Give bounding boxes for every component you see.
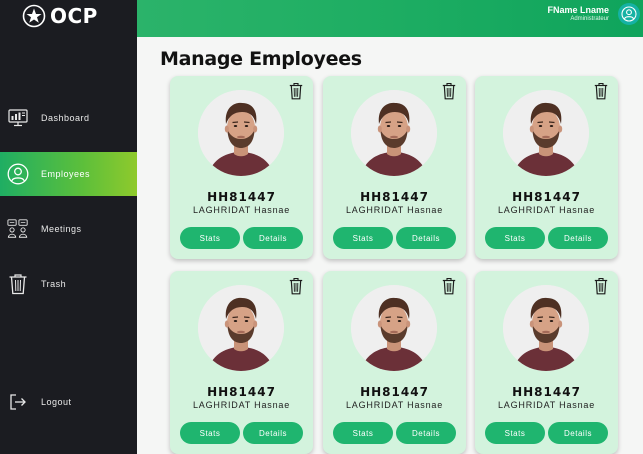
stats-button[interactable]: Stats: [333, 422, 393, 444]
trash-icon[interactable]: [289, 277, 303, 295]
avatar[interactable]: [618, 3, 640, 25]
stats-button[interactable]: Stats: [485, 422, 545, 444]
employee-photo: [198, 90, 284, 176]
trash-icon[interactable]: [594, 277, 608, 295]
employee-photo: [351, 285, 437, 371]
employee-id: HH81447: [207, 190, 276, 204]
employee-name: LAGHRIDAT Hasnae: [498, 400, 595, 410]
sidebar-item-dashboard[interactable]: Dashboard: [0, 96, 137, 140]
details-button[interactable]: Details: [548, 227, 608, 249]
employee-card: HH81447 LAGHRIDAT Hasnae Stats Details: [170, 271, 313, 454]
stats-button[interactable]: Stats: [180, 422, 240, 444]
logout-icon: [7, 391, 29, 413]
trash-icon[interactable]: [594, 82, 608, 100]
details-button[interactable]: Details: [243, 227, 303, 249]
sidebar-item-label: Meetings: [41, 224, 82, 234]
stats-button[interactable]: Stats: [180, 227, 240, 249]
employee-photo: [351, 90, 437, 176]
page-title: Manage Employees: [160, 48, 362, 70]
ocp-emblem-icon: [22, 4, 46, 28]
trash-icon: [7, 273, 29, 295]
employee-photo: [198, 285, 284, 371]
sidebar-item-label: Employees: [41, 169, 91, 179]
employee-name: LAGHRIDAT Hasnae: [193, 205, 290, 215]
employee-name: LAGHRIDAT Hasnae: [498, 205, 595, 215]
employee-photo: [503, 285, 589, 371]
dashboard-icon: [7, 107, 29, 129]
app-root: OCP Dashboard Employees Meetings Trash L…: [0, 0, 643, 454]
details-button[interactable]: Details: [396, 227, 456, 249]
trash-icon[interactable]: [442, 82, 456, 100]
user-role: Administrateur: [570, 16, 609, 22]
stats-button[interactable]: Stats: [485, 227, 545, 249]
employee-card: HH81447 LAGHRIDAT Hasnae Stats Details: [475, 76, 618, 259]
details-button[interactable]: Details: [243, 422, 303, 444]
user-icon: [621, 6, 637, 22]
brand-name: OCP: [50, 4, 98, 28]
employee-name: LAGHRIDAT Hasnae: [346, 400, 443, 410]
employee-card: HH81447 LAGHRIDAT Hasnae Stats Details: [170, 76, 313, 259]
details-button[interactable]: Details: [548, 422, 608, 444]
employee-id: HH81447: [207, 385, 276, 399]
employee-id: HH81447: [512, 190, 581, 204]
employee-card: HH81447 LAGHRIDAT Hasnae Stats Details: [323, 76, 466, 259]
top-header: FName Lname Administrateur: [137, 0, 643, 37]
trash-icon[interactable]: [289, 82, 303, 100]
meeting-icon: [7, 218, 29, 240]
employee-card: HH81447 LAGHRIDAT Hasnae Stats Details: [323, 271, 466, 454]
sidebar-item-logout[interactable]: Logout: [0, 380, 137, 424]
sidebar: OCP Dashboard Employees Meetings Trash L…: [0, 0, 137, 454]
employee-name: LAGHRIDAT Hasnae: [193, 400, 290, 410]
employee-card: HH81447 LAGHRIDAT Hasnae Stats Details: [475, 271, 618, 454]
employee-id: HH81447: [360, 190, 429, 204]
sidebar-item-meetings[interactable]: Meetings: [0, 207, 137, 251]
sidebar-item-label: Logout: [41, 397, 72, 407]
employee-id: HH81447: [512, 385, 581, 399]
sidebar-item-trash[interactable]: Trash: [0, 262, 137, 306]
employee-name: LAGHRIDAT Hasnae: [346, 205, 443, 215]
trash-icon[interactable]: [442, 277, 456, 295]
employee-grid: HH81447 LAGHRIDAT Hasnae Stats Details H…: [170, 76, 620, 454]
sidebar-item-label: Dashboard: [41, 113, 90, 123]
stats-button[interactable]: Stats: [333, 227, 393, 249]
sidebar-item-label: Trash: [41, 279, 67, 289]
brand-logo[interactable]: OCP: [21, 4, 98, 28]
user-name[interactable]: FName Lname: [547, 5, 609, 15]
user-circle-icon: [7, 163, 29, 185]
details-button[interactable]: Details: [396, 422, 456, 444]
employee-photo: [503, 90, 589, 176]
sidebar-item-employees[interactable]: Employees: [0, 152, 137, 196]
employee-id: HH81447: [360, 385, 429, 399]
